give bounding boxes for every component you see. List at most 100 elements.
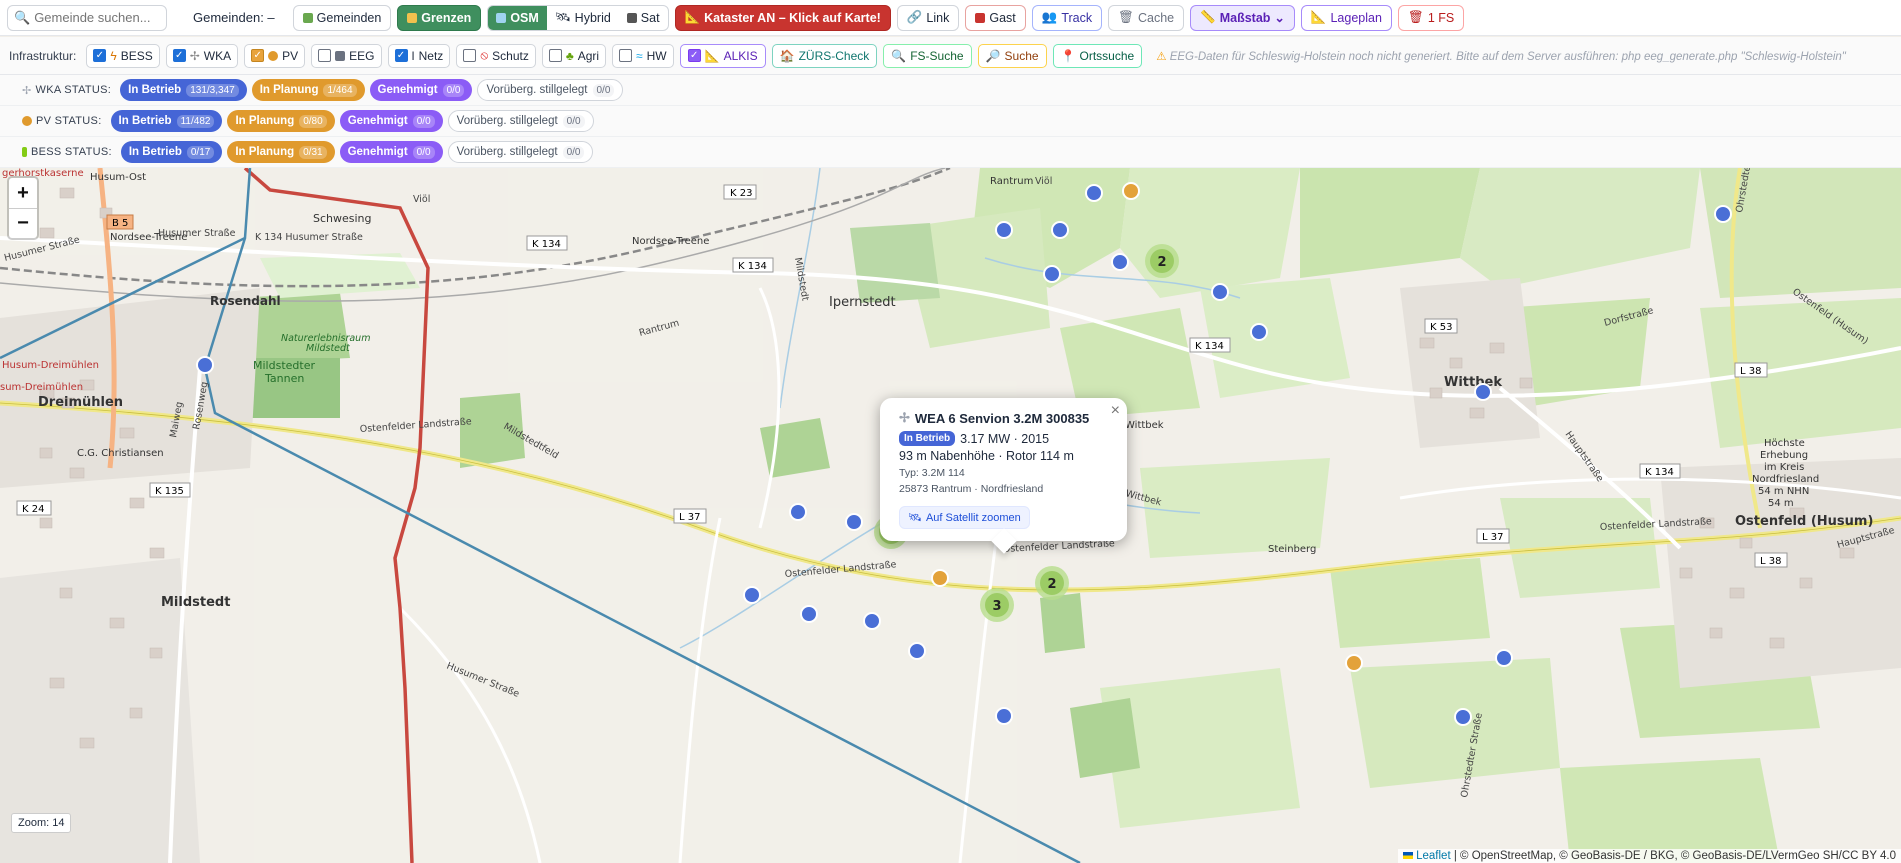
pv-marker[interactable] [931,569,949,587]
wka-marker[interactable] [1043,265,1061,283]
osm-icon [496,12,507,23]
toggle-wka[interactable]: ✓ ✢ WKA [165,43,239,68]
people-icon: 👥 [1041,10,1058,24]
wka-marker[interactable] [1454,708,1472,726]
gast-button[interactable]: Gast [965,4,1026,31]
pv-in-betrieb[interactable]: In Betrieb 11/482 [110,110,223,132]
lageplan-button[interactable]: 📐 Lageplan [1300,4,1392,31]
wka-marker[interactable] [1085,184,1103,202]
popup-location: 25873 Rantrum · Nordfriesland [899,483,1044,495]
bess-stillgelegt[interactable]: Vorüberg. stillgelegt 0/0 [447,141,594,163]
layer-hybrid[interactable]: 🛰 Hybrid [547,6,619,30]
wka-marker[interactable] [1051,221,1069,239]
wka-marker[interactable] [908,642,926,660]
kataster-button-label: Kataster AN – Klick auf Karte! [704,10,881,25]
map-view[interactable]: B 5 K 23 K 134 K 134 K 134 K 134 K 135 K… [0,168,1901,863]
cluster-marker[interactable]: 3 [980,588,1014,622]
wka-marker[interactable] [995,221,1013,239]
wka-marker[interactable] [743,586,761,604]
cluster-marker[interactable]: 2 [1145,244,1179,278]
svg-text:2: 2 [1157,255,1166,270]
toggle-alkis[interactable]: ✓ 📐 ALKIS [679,43,766,68]
suche-button[interactable]: 🔎 Suche [977,43,1047,68]
wka-marker[interactable] [995,707,1013,725]
cache-button[interactable]: 🗑 Cache [1108,4,1185,31]
toggle-eeg[interactable]: EEG [311,43,382,68]
link-button[interactable]: 🔗 Link [896,4,960,31]
road-shield-k134: K 134 [526,235,568,251]
wka-genehmigt[interactable]: Genehmigt 0/0 [369,79,473,101]
wka-marker[interactable] [800,605,818,623]
track-button[interactable]: 👥 Track [1031,4,1103,31]
checkbox-icon: ✓ [394,49,408,62]
layer-osm[interactable]: OSM [488,5,547,30]
status-badge: In Betrieb [899,431,956,446]
toggle-netz[interactable]: ✓ ǀ Netz [387,43,451,68]
fs-suche-button[interactable]: 🔍 FS-Suche [883,43,972,68]
wka-marker[interactable] [1211,283,1229,301]
status-name: Vorüberg. stillgelegt [486,84,588,96]
location-pin-icon: 📍 [1060,48,1076,63]
toggle-bess[interactable]: ✓ ϟ BESS [86,43,160,68]
wka-marker[interactable] [1495,649,1513,667]
wka-marker[interactable] [196,356,214,374]
layer-osm-label: OSM [510,10,539,25]
pv-marker[interactable] [1122,182,1140,200]
zoom-satellite-link[interactable]: 🛰 Auf Satellit zoomen [899,506,1030,529]
leaflet-link[interactable]: Leaflet [1416,850,1451,862]
wka-marker[interactable] [845,513,863,531]
pv-genehmigt[interactable]: Genehmigt 0/0 [339,110,443,132]
svg-text:K 134: K 134 [532,239,561,250]
place-label: 54 m NHN [1758,486,1809,497]
svg-text:L 37: L 37 [679,512,700,523]
wka-marker[interactable] [789,503,807,521]
wka-in-planung[interactable]: In Planung 1/464 [251,79,365,101]
status-name: In Betrieb [128,146,182,158]
grenzen-button[interactable]: Grenzen [397,4,482,31]
zoom-in-button[interactable]: + [9,178,37,208]
cluster-marker[interactable]: 2 [1035,566,1069,600]
pv-status-row: PV STATUS: In Betrieb 11/482 In Planung 0/… [0,106,1901,137]
ortssuche-button[interactable]: 📍 Ortssuche [1052,43,1143,68]
pv-in-planung[interactable]: In Planung 0/80 [227,110,335,132]
massstab-select[interactable]: 📏 Maßstab ⌄ [1190,4,1295,31]
infra-label: Infrastruktur: [9,48,77,63]
bess-in-planung[interactable]: In Planung 0/31 [227,141,335,163]
grenzen-button-label: Grenzen [421,10,472,25]
kataster-button[interactable]: 📐 Kataster AN – Klick auf Karte! [674,4,891,31]
road-label: Husumer Straße [158,228,236,239]
bess-in-betrieb[interactable]: In Betrieb 0/17 [120,141,223,163]
gemeinde-search-input[interactable] [34,10,160,25]
layer-sat-label: Sat [640,10,660,25]
popup-status-line: In Betrieb 3.17 MW · 2015 [899,431,1109,446]
wka-marker[interactable] [1474,383,1492,401]
wka-marker[interactable] [1714,205,1732,223]
eeg-warning-text: EEG-Daten für Schleswig-Holstein noch ni… [1169,50,1846,63]
pv-marker[interactable] [1345,654,1363,672]
status-count: 131/3,347 [186,83,239,97]
close-icon[interactable]: × [1111,402,1120,420]
pv-stillgelegt[interactable]: Vorüberg. stillgelegt 0/0 [447,110,594,132]
link-button-label: Link [926,10,950,25]
wka-status-text: WKA STATUS: [35,84,112,96]
wka-marker[interactable] [1250,323,1268,341]
toggle-schutz[interactable]: ⦸ Schutz [456,43,536,68]
wka-in-betrieb[interactable]: In Betrieb 131/3,347 [120,79,247,101]
layer-sat[interactable]: Sat [619,6,668,30]
fs-button[interactable]: 🗑 1 FS [1397,4,1465,31]
ruler-icon: 📏 [1200,10,1216,24]
toggle-hw[interactable]: ≈ HW [612,43,674,68]
gemeinden-button[interactable]: Gemeinden [292,4,392,31]
zoom-out-button[interactable]: − [9,208,37,238]
bess-genehmigt[interactable]: Genehmigt 0/0 [339,141,443,163]
ortssuche-label: Ortssuche [1079,48,1135,63]
gemeinde-search[interactable]: 🔍 [7,4,167,31]
status-name: Genehmigt [347,146,408,158]
toggle-pv[interactable]: ✓ PV [244,43,306,68]
zuers-check-button[interactable]: 🏠 ZÜRS-Check [771,43,878,68]
toggle-agri[interactable]: ♣ Agri [541,43,607,68]
place-label: Wittbek [1125,420,1164,431]
wka-marker[interactable] [863,612,881,630]
wka-stillgelegt[interactable]: Vorüberg. stillgelegt 0/0 [477,79,624,101]
wka-marker[interactable] [1111,253,1129,271]
